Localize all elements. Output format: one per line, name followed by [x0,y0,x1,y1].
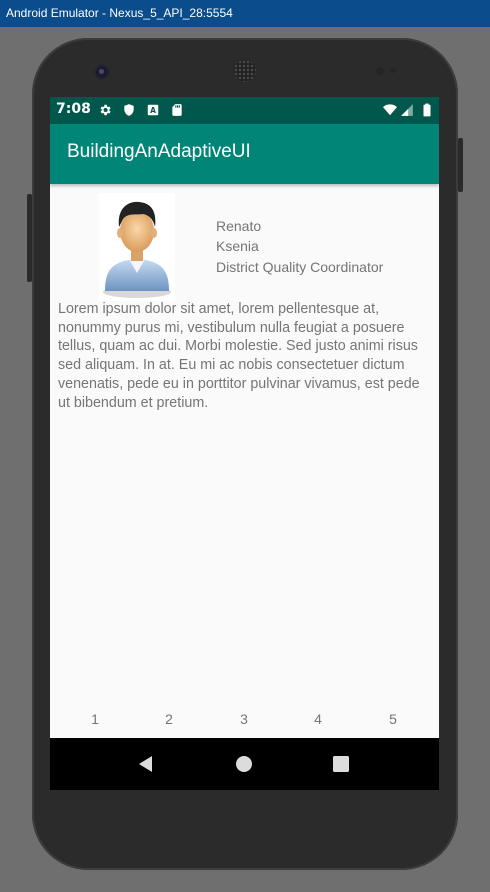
description-text: Lorem ipsum dolor sit amet, lorem pellen… [58,301,420,411]
back-icon[interactable] [132,750,160,778]
svg-text:A: A [150,106,156,115]
app-toolbar: BuildingAnAdaptiveUI [50,124,439,184]
emulator-window-title: Android Emulator - Nexus_5_API_28:5554 [0,0,490,27]
page-tab-2[interactable]: 2 [149,711,189,727]
person-avatar-icon [99,193,175,301]
signal-icon [401,104,413,116]
last-name-label: Ksenia [216,238,259,254]
power-button[interactable] [458,138,463,192]
page-tab-4[interactable]: 4 [298,711,338,727]
status-bar: 7:08 A [50,97,439,124]
home-icon[interactable] [230,750,258,778]
gear-icon [100,104,111,116]
job-title-label: District Quality Coordinator [216,259,384,275]
sd-card-icon [172,104,182,116]
page-tab-1[interactable]: 1 [75,711,115,727]
wifi-icon [383,104,397,116]
system-navigation-bar [50,738,439,790]
app-title: BuildingAnAdaptiveUI [67,141,251,162]
a-notification-icon: A [147,104,159,116]
page-tab-3[interactable]: 3 [224,711,264,727]
recents-icon[interactable] [327,750,355,778]
first-name-label: Renato [216,218,262,234]
front-camera-icon [96,66,108,78]
earpiece-speaker-icon [234,60,256,82]
light-sensor-icon [390,67,396,73]
page-tab-5[interactable]: 5 [373,711,413,727]
status-time: 7:08 [56,101,91,117]
device-screen: 7:08 A BuildingAnAdaptiveUI Renato Kseni… [50,97,439,790]
proximity-sensor-icon [376,67,384,75]
battery-icon [423,103,431,117]
shield-icon [124,104,134,116]
